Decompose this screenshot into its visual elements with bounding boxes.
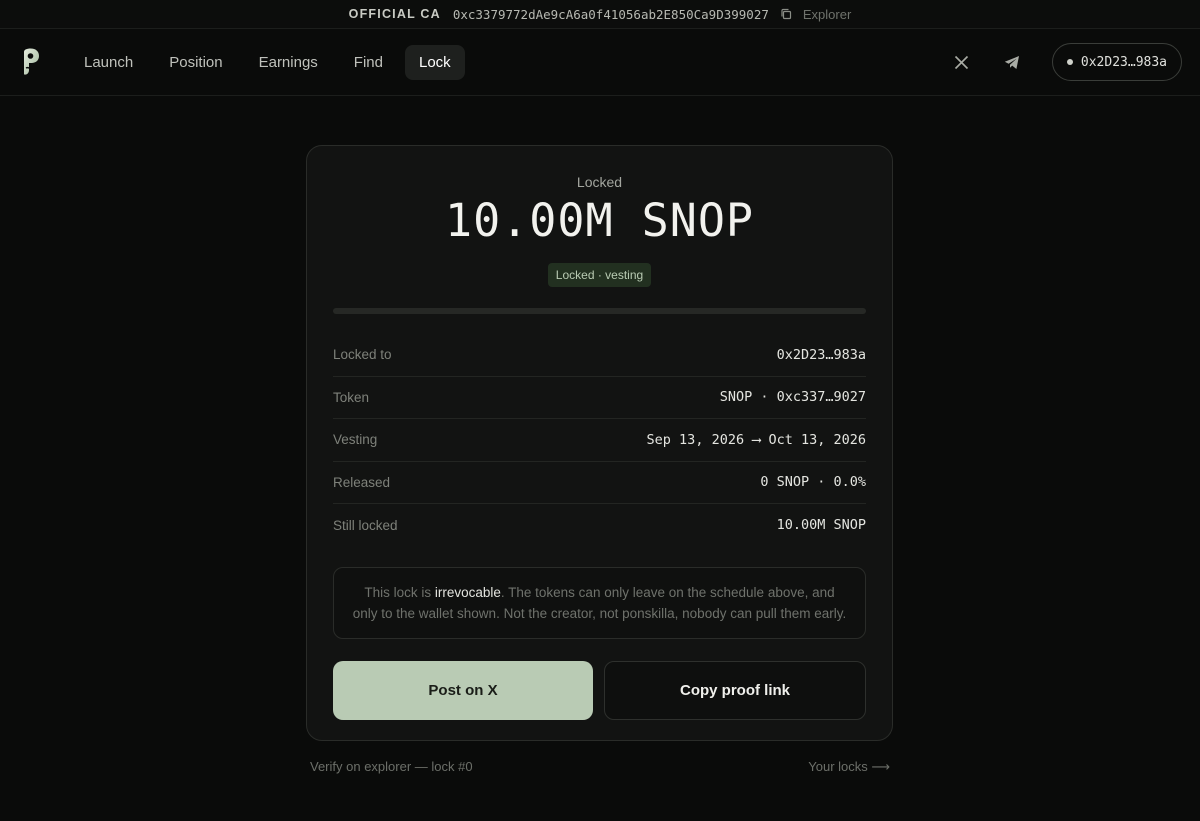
wallet-button[interactable]: 0x2D23…983a bbox=[1051, 43, 1182, 81]
telegram-icon[interactable] bbox=[992, 44, 1032, 80]
release-progress-bar bbox=[333, 308, 866, 314]
detail-row-still-locked: Still locked 10.00M SNOP bbox=[333, 504, 866, 547]
nav-item-lock[interactable]: Lock bbox=[404, 44, 465, 80]
ca-label: OFFICIAL CA bbox=[348, 7, 441, 21]
post-on-x-button[interactable]: Post on X bbox=[333, 660, 593, 720]
nav-item-launch[interactable]: Launch bbox=[70, 45, 147, 80]
main-nav: Launch Position Earnings Find Lock 0x2D2… bbox=[0, 29, 1200, 96]
nav-right: 0x2D23…983a bbox=[942, 43, 1182, 81]
copy-icon[interactable] bbox=[779, 7, 793, 21]
detail-row-released: Released 0 SNOP · 0.0% bbox=[333, 462, 866, 504]
nav-items: Launch Position Earnings Find Lock bbox=[70, 44, 465, 80]
your-locks-link[interactable]: Your locks ⟶ bbox=[808, 759, 890, 775]
nav-item-position[interactable]: Position bbox=[155, 45, 236, 80]
explorer-link[interactable]: Explorer bbox=[803, 7, 851, 22]
wallet-address: 0x2D23…983a bbox=[1080, 54, 1167, 70]
status-badge: Locked · vesting bbox=[547, 263, 652, 287]
copy-proof-link-button[interactable]: Copy proof link bbox=[604, 660, 866, 720]
row-label: Still locked bbox=[333, 517, 398, 533]
official-ca-bar: OFFICIAL CA 0xc3379772dAe9cA6a0f41056ab2… bbox=[0, 0, 1200, 28]
action-buttons: Post on X Copy proof link bbox=[333, 660, 866, 720]
note-emphasis: irrevocable bbox=[434, 584, 501, 600]
row-value: 10.00M SNOP bbox=[776, 517, 866, 534]
detail-row-vesting: Vesting Sep 13, 2026 ⟶ Oct 13, 2026 bbox=[333, 419, 866, 462]
row-label: Vesting bbox=[333, 432, 378, 448]
verify-on-explorer-link[interactable]: Verify on explorer — lock #0 bbox=[310, 759, 473, 775]
row-label: Released bbox=[333, 474, 391, 490]
wallet-status-dot bbox=[1066, 59, 1073, 65]
locked-heading: Locked bbox=[576, 174, 623, 190]
locked-amount: 10.00M SNOP bbox=[444, 194, 754, 247]
logo-icon[interactable] bbox=[20, 47, 42, 77]
detail-row-locked-to: Locked to 0x2D23…983a bbox=[333, 334, 866, 377]
row-value: Sep 13, 2026 ⟶ Oct 13, 2026 bbox=[646, 431, 866, 448]
nav-item-earnings[interactable]: Earnings bbox=[245, 45, 332, 80]
row-label: Locked to bbox=[333, 347, 392, 363]
row-value: 0x2D23…983a bbox=[776, 346, 866, 363]
lock-details: Locked to 0x2D23…983a Token SNOP · 0xc33… bbox=[333, 334, 866, 547]
row-value: 0 SNOP · 0.0% bbox=[760, 474, 866, 491]
nav-item-find[interactable]: Find bbox=[340, 45, 397, 80]
x-icon[interactable] bbox=[942, 44, 982, 80]
ca-address[interactable]: 0xc3379772dAe9cA6a0f41056ab2E850Ca9D3990… bbox=[453, 7, 769, 22]
lock-card: Locked 10.00M SNOP Locked · vesting Lock… bbox=[306, 145, 893, 741]
detail-row-token: Token SNOP · 0xc337…9027 bbox=[333, 377, 866, 419]
row-label: Token bbox=[333, 389, 370, 405]
row-value: SNOP · 0xc337…9027 bbox=[719, 389, 866, 406]
note-text-before: This lock is bbox=[364, 584, 435, 600]
irrevocable-note: This lock is irrevocable. The tokens can… bbox=[333, 566, 866, 639]
footer-links: Verify on explorer — lock #0 Your locks … bbox=[310, 759, 890, 775]
